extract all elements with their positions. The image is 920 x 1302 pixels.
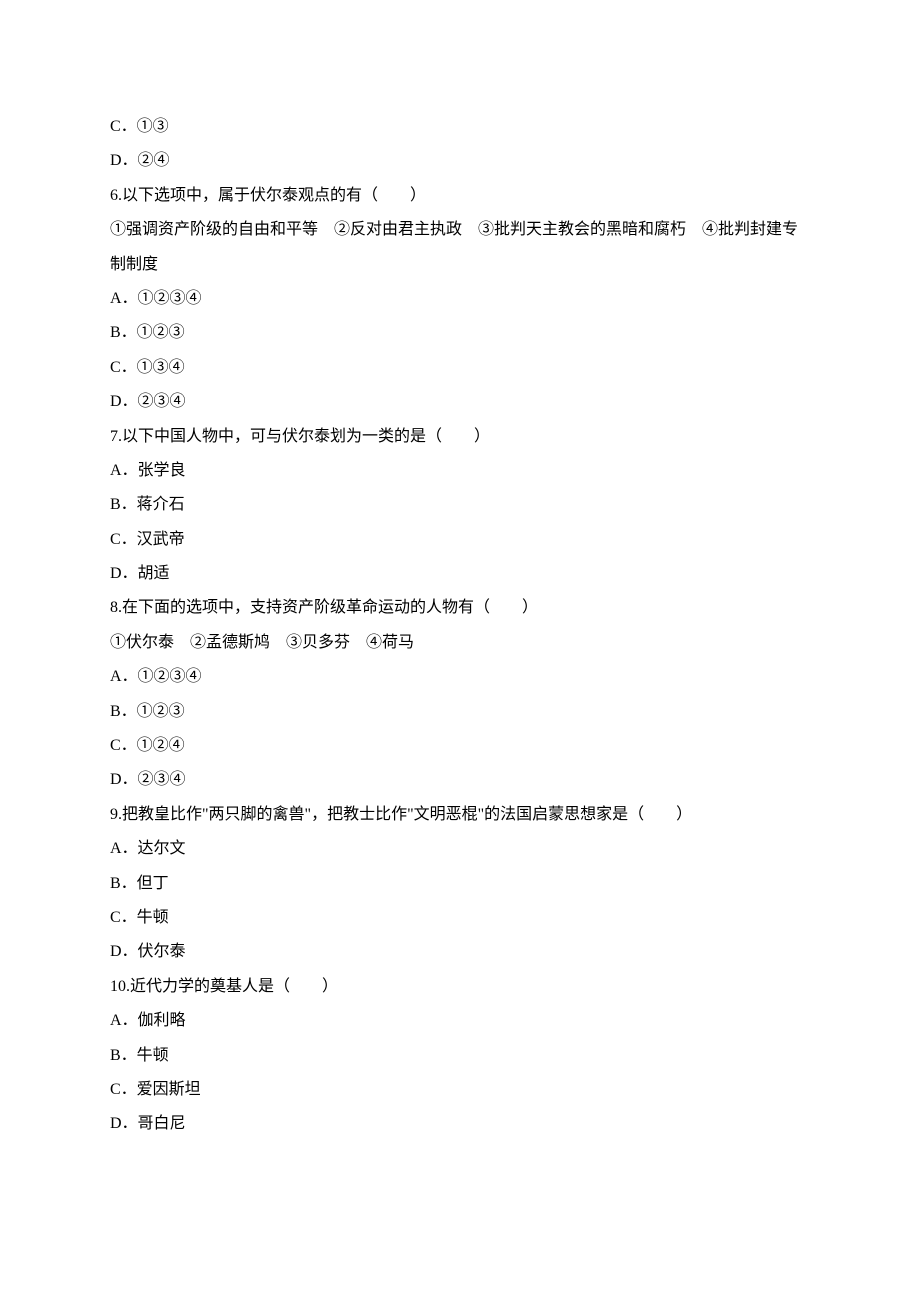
q7-option-d: D．胡适 [110,557,810,591]
question-9: 9.把教皇比作"两只脚的禽兽"，把教士比作"文明恶棍"的法国启蒙思想家是（ ） [110,798,810,832]
q6-option-d: D．②③④ [110,385,810,419]
q8-option-c: C．①②④ [110,729,810,763]
question-7: 7.以下中国人物中，可与伏尔泰划为一类的是（ ） [110,420,810,454]
q6-option-b: B．①②③ [110,316,810,350]
document-body: C．①③ D．②④ 6.以下选项中，属于伏尔泰观点的有（ ） ①强调资产阶级的自… [110,110,810,1142]
q8-option-a: A．①②③④ [110,660,810,694]
q10-option-a: A．伽利略 [110,1004,810,1038]
option-d: D．②④ [110,144,810,178]
question-6: 6.以下选项中，属于伏尔泰观点的有（ ） [110,179,810,213]
q9-option-c: C．牛顿 [110,901,810,935]
q9-option-d: D．伏尔泰 [110,935,810,969]
q6-option-a: A．①②③④ [110,282,810,316]
q9-option-b: B．但丁 [110,867,810,901]
question-6-statements: ①强调资产阶级的自由和平等 ②反对由君主执政 ③批判天主教会的黑暗和腐朽 ④批判… [110,213,810,282]
question-8: 8.在下面的选项中，支持资产阶级革命运动的人物有（ ） [110,591,810,625]
question-8-statements: ①伏尔泰 ②孟德斯鸠 ③贝多芬 ④荷马 [110,626,810,660]
q8-option-d: D．②③④ [110,763,810,797]
q7-option-c: C．汉武帝 [110,523,810,557]
question-10: 10.近代力学的奠基人是（ ） [110,970,810,1004]
q6-option-c: C．①③④ [110,351,810,385]
q7-option-b: B．蒋介石 [110,488,810,522]
q7-option-a: A．张学良 [110,454,810,488]
q9-option-a: A．达尔文 [110,832,810,866]
option-c: C．①③ [110,110,810,144]
q10-option-c: C．爱因斯坦 [110,1073,810,1107]
q10-option-d: D．哥白尼 [110,1107,810,1141]
q10-option-b: B．牛顿 [110,1039,810,1073]
q8-option-b: B．①②③ [110,695,810,729]
